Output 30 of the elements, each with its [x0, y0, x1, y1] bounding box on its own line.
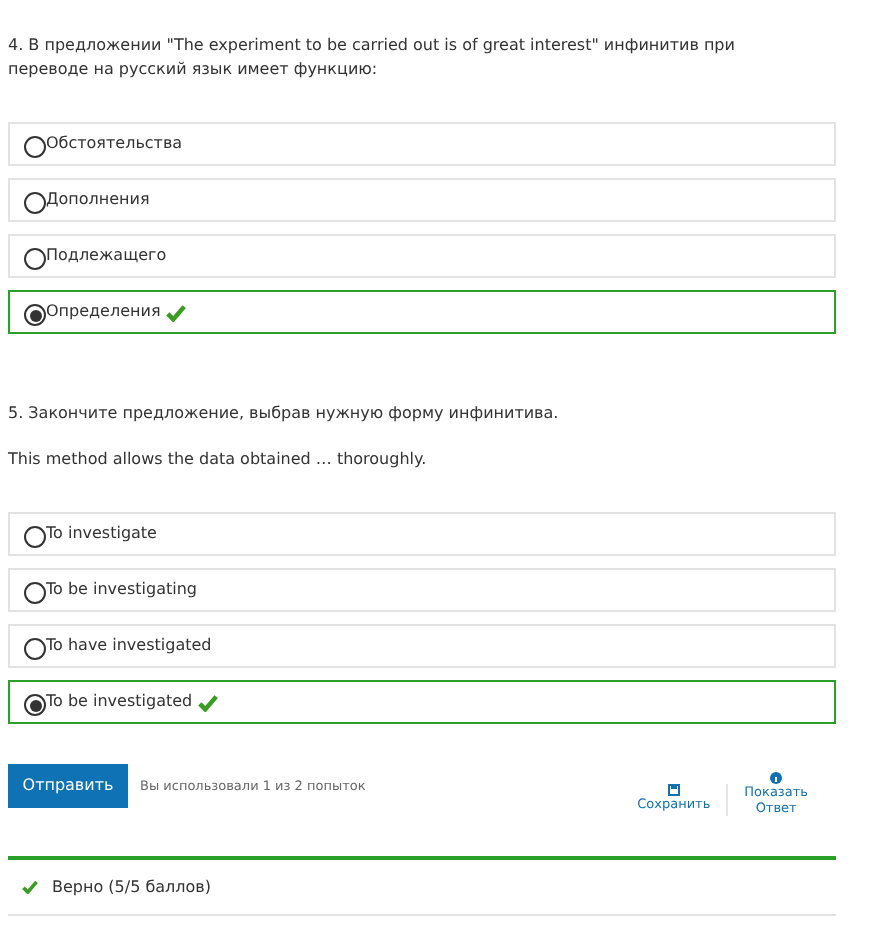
- answer-option[interactable]: Дополнения: [8, 178, 836, 222]
- radio-button[interactable]: [24, 526, 46, 548]
- option-label: To investigate: [46, 524, 157, 544]
- question-text: 5. Закончите предложение, выбрав нужную форму инфинитива.: [8, 402, 561, 426]
- radio-button[interactable]: [24, 248, 46, 270]
- option-label: Определения: [46, 302, 161, 322]
- option-label: To have investigated: [46, 636, 212, 656]
- answer-option[interactable]: To be investigating: [8, 568, 836, 612]
- info-icon: [770, 772, 783, 784]
- radio-button[interactable]: [24, 136, 46, 158]
- radio-button[interactable]: [24, 192, 46, 214]
- option-label: Подлежащего: [46, 246, 167, 266]
- option-label: To be investigating: [46, 580, 197, 600]
- result-text: Верно (5/5 баллов): [52, 875, 211, 899]
- answer-option[interactable]: Определения: [8, 290, 836, 334]
- radio-button[interactable]: [24, 582, 46, 604]
- question-text: This method allows the data obtained … thoroughly.: [8, 448, 429, 472]
- question-text: 4. В предложении "The experiment to be carried out is of great interest" инфинитив при переводе на русский язык имеет функцию:: [8, 34, 737, 82]
- answer-option[interactable]: To be investigated: [8, 680, 836, 724]
- answer-option[interactable]: To have investigated: [8, 624, 836, 668]
- option-label: Дополнения: [46, 190, 150, 210]
- answer-option[interactable]: To investigate: [8, 512, 836, 556]
- radio-button[interactable]: [24, 304, 46, 326]
- option-label: Обстоятельства: [46, 134, 183, 154]
- submit-button[interactable]: Отправить: [8, 764, 128, 808]
- answer-option[interactable]: Подлежащего: [8, 234, 836, 278]
- radio-button[interactable]: [24, 638, 46, 660]
- radio-button[interactable]: [24, 694, 46, 716]
- answer-option[interactable]: Обстоятельства: [8, 122, 836, 166]
- option-label: To be investigated: [46, 692, 193, 712]
